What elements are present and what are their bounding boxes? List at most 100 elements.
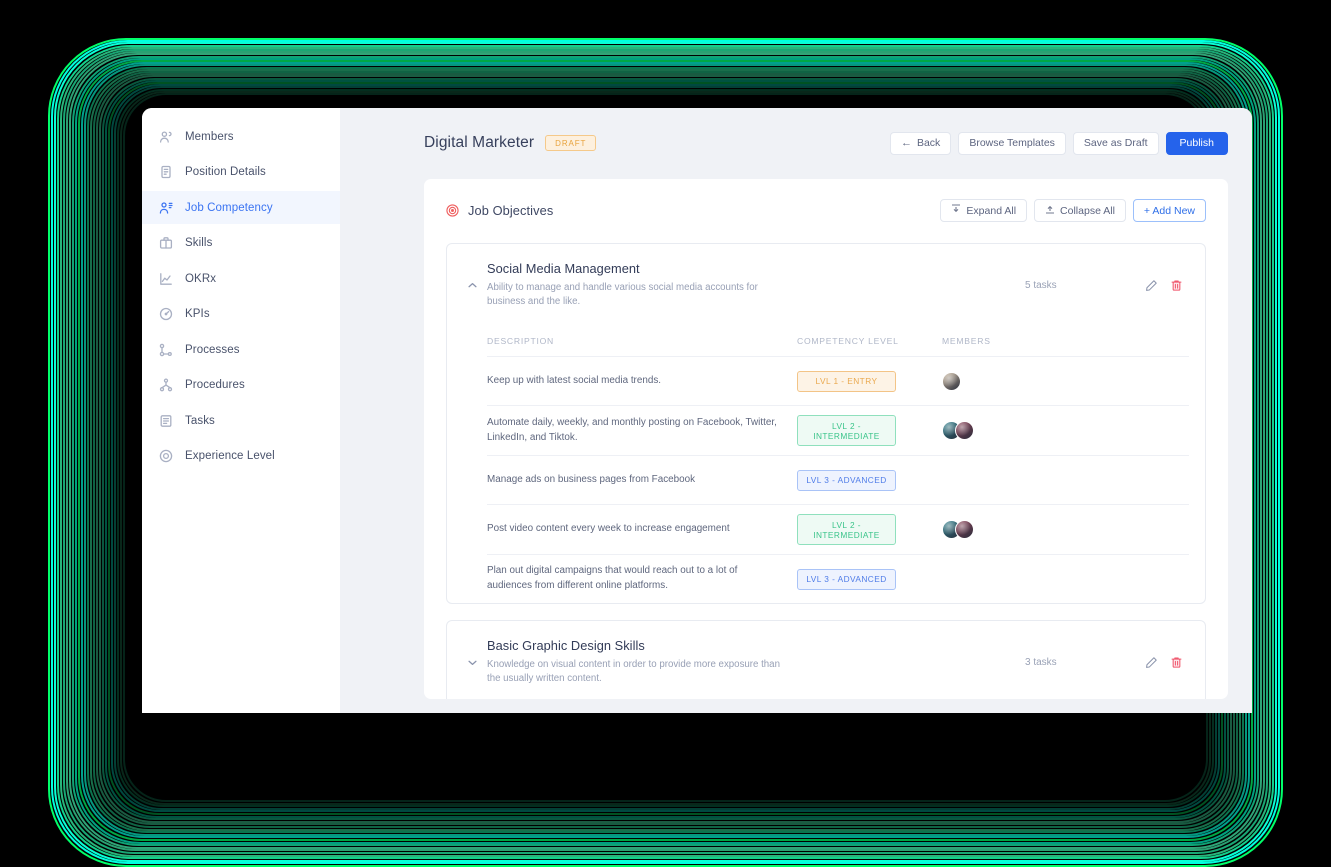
column-header-members: MEMBERS [942,336,1189,346]
page-header: Digital Marketer DRAFT ← Back Browse Tem… [424,128,1228,158]
member-avatars [942,372,1189,391]
row-description: Manage ads on business pages from Facebo… [487,473,777,488]
sidebar-item-processes[interactable]: Processes [142,333,340,366]
back-button[interactable]: ← Back [890,132,951,155]
competency-level-badge[interactable]: LVL 1 - ENTRY [797,371,896,392]
objective-tools [1145,279,1189,292]
sidebar-item-label: Position Details [185,166,266,178]
row-description: Plan out digital campaigns that would re… [487,564,777,594]
panel-actions: Expand All Collapse All + Add New [940,199,1206,222]
objective-title: Social Media Management [487,261,1025,276]
trash-icon[interactable] [1170,656,1183,669]
objective-meta: Basic Graphic Design Skills Knowledge on … [483,638,1025,686]
flow-icon [159,343,173,357]
sidebar-item-label: Processes [185,344,240,356]
competency-level-badge[interactable]: LVL 2 - INTERMEDIATE [797,514,896,545]
competency-level-badge[interactable]: LVL 3 - ADVANCED [797,470,896,491]
chevron-down-icon[interactable] [461,657,483,668]
target-circle-icon [159,449,173,463]
sidebar-item-tasks[interactable]: Tasks [142,404,340,437]
row-description: Keep up with latest social media trends. [487,374,777,389]
table-row: Keep up with latest social media trends.… [487,356,1189,405]
sidebar-item-label: OKRx [185,273,216,285]
table-row: Manage ads on business pages from Facebo… [487,455,1189,504]
sidebar-item-label: Job Competency [185,202,273,214]
target-icon [446,204,459,217]
sidebar-item-label: Skills [185,237,212,249]
objective-header[interactable]: Basic Graphic Design Skills Knowledge on … [447,621,1205,699]
sidebar-item-procedures[interactable]: Procedures [142,369,340,402]
app-window: Members Position Details Job Competency Ski… [142,108,1252,713]
competency-level-badge[interactable]: LVL 3 - ADVANCED [797,569,896,590]
briefcase-icon [159,236,173,250]
save-as-draft-button[interactable]: Save as Draft [1073,132,1159,155]
column-header-description: DESCRIPTION [487,336,797,346]
sidebar-item-kpis[interactable]: KPIs [142,298,340,331]
member-avatars [942,520,1189,539]
expand-icon [951,204,961,217]
objective-header[interactable]: Social Media Management Ability to manage… [447,244,1205,326]
sidebar-item-members[interactable]: Members [142,120,340,153]
back-button-label: Back [917,137,940,149]
sidebar-item-skills[interactable]: Skills [142,227,340,260]
hierarchy-icon [159,378,173,392]
pencil-icon[interactable] [1145,656,1158,669]
arrow-left-icon: ← [901,138,912,149]
chart-line-icon [159,272,173,286]
sidebar-item-position-details[interactable]: Position Details [142,156,340,189]
sidebar-item-okrx[interactable]: OKRx [142,262,340,295]
sidebar: Members Position Details Job Competency Ski… [142,108,340,713]
gauge-icon [159,307,173,321]
objective-title: Basic Graphic Design Skills [487,638,1025,653]
task-count: 3 tasks [1025,657,1145,668]
table-row: Plan out digital campaigns that would re… [487,554,1189,603]
objectives-list: Social Media Management Ability to manage… [446,243,1206,699]
objective-table: DESCRIPTIONCOMPETENCY LEVELMEMBERSKeep u… [447,326,1205,603]
pencil-icon[interactable] [1145,279,1158,292]
collapse-icon [1045,204,1055,217]
avatar[interactable] [955,520,974,539]
competency-icon [159,201,173,215]
chevron-up-icon[interactable] [461,280,483,291]
panel-header: Job Objectives Expand All [446,199,1206,222]
panel-title: Job Objectives [468,203,553,218]
sidebar-item-job-competency[interactable]: Job Competency [142,191,340,224]
table-row: Post video content every week to increas… [487,504,1189,554]
table-header-row: DESCRIPTIONCOMPETENCY LEVELMEMBERS [487,326,1189,356]
sidebar-item-label: Tasks [185,415,215,427]
objective-description: Knowledge on visual content in order to … [487,658,787,686]
objective-tools [1145,656,1189,669]
sidebar-item-label: KPIs [185,308,210,320]
expand-all-label: Expand All [966,205,1016,217]
avatar[interactable] [955,421,974,440]
add-new-button[interactable]: + Add New [1133,199,1206,222]
column-header-competency-level: COMPETENCY LEVEL [797,336,942,346]
header-actions: ← Back Browse Templates Save as Draft Pu… [890,132,1228,155]
members-icon [159,130,173,144]
table-row: Automate daily, weekly, and monthly post… [487,405,1189,455]
sidebar-item-label: Procedures [185,379,245,391]
avatar[interactable] [942,372,961,391]
objective-description: Ability to manage and handle various soc… [487,281,787,309]
objective-card: Basic Graphic Design Skills Knowledge on … [446,620,1206,699]
list-icon [159,414,173,428]
page-title: Digital Marketer [424,134,534,152]
trash-icon[interactable] [1170,279,1183,292]
collapse-all-button[interactable]: Collapse All [1034,199,1126,222]
competency-level-badge[interactable]: LVL 2 - INTERMEDIATE [797,415,896,446]
document-icon [159,165,173,179]
task-count: 5 tasks [1025,280,1145,291]
member-avatars [942,421,1189,440]
collapse-all-label: Collapse All [1060,205,1115,217]
publish-button[interactable]: Publish [1166,132,1228,155]
browse-templates-button[interactable]: Browse Templates [958,132,1066,155]
sidebar-item-label: Experience Level [185,450,275,462]
job-objectives-panel: Job Objectives Expand All [424,179,1228,699]
objective-meta: Social Media Management Ability to manage… [483,261,1025,309]
sidebar-item-experience-level[interactable]: Experience Level [142,440,340,473]
row-description: Post video content every week to increas… [487,522,777,537]
expand-all-button[interactable]: Expand All [940,199,1027,222]
row-description: Automate daily, weekly, and monthly post… [487,416,777,446]
sidebar-item-label: Members [185,131,234,143]
main-content: Digital Marketer DRAFT ← Back Browse Tem… [340,108,1252,713]
